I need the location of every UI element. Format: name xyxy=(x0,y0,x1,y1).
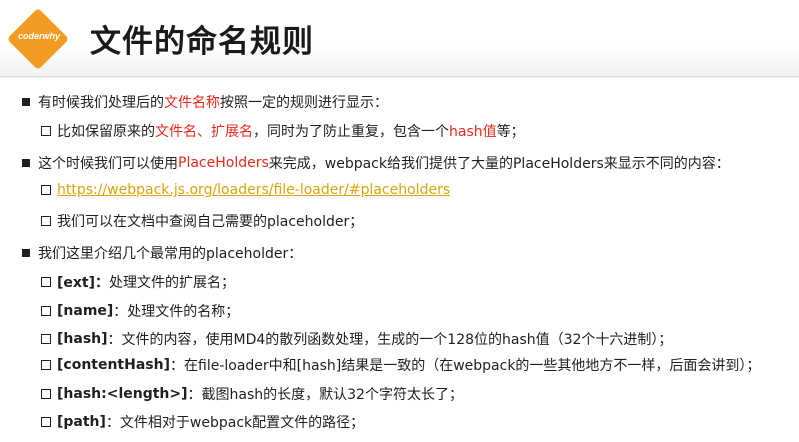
sub-bullet-docs: 我们可以在文档中查阅自己需要的placeholder； xyxy=(41,211,363,231)
placeholder-desc: ：在file-loader中和[hash]结果是一致的（在webpack的一些其… xyxy=(170,358,761,374)
placeholder-key: [path] xyxy=(57,414,106,430)
placeholder-desc: 处理文件的扩展名； xyxy=(109,275,236,291)
text: 比如保留原来的 xyxy=(57,124,155,140)
sub-bullet-keep-name: 比如保留原来的 文件名、扩展名 ，同时为了防止重复，包含一个 hash值 等； xyxy=(41,121,525,141)
placeholder-key: [hash] xyxy=(57,331,108,347)
text: 按照一定的规则进行显示： xyxy=(220,95,388,111)
highlight-text: hash值 xyxy=(449,124,497,140)
hollow-square-bullet-icon xyxy=(41,126,51,136)
hollow-square-bullet-icon xyxy=(41,389,51,399)
placeholder-item-name: [name] ：处理文件的名称； xyxy=(41,301,239,321)
highlight-text: 文件名、扩展名 xyxy=(155,124,253,140)
slide-header: coderwhy 文件的命名规则 xyxy=(0,0,799,78)
text: 这个时候我们可以使用 xyxy=(38,156,178,172)
highlight-text: PlaceHolders xyxy=(178,155,269,171)
text: 有时候我们处理后的 xyxy=(38,95,164,111)
hollow-square-bullet-icon xyxy=(41,216,51,226)
slide-title: 文件的命名规则 xyxy=(90,24,314,60)
bullet-filename-rule: 有时候我们处理后的 文件名称 按照一定的规则进行显示： xyxy=(22,92,388,112)
sub-bullet-link: https://webpack.js.org/loaders/file-load… xyxy=(41,182,450,198)
placeholder-key: [name] xyxy=(57,303,114,319)
placeholder-desc: ：处理文件的名称； xyxy=(113,304,240,320)
placeholder-key: [contentHash] xyxy=(57,357,170,373)
text: 我们可以在文档中查阅自己需要的placeholder； xyxy=(57,214,364,230)
placeholder-key: [ext]： xyxy=(57,275,110,291)
placeholder-item-path: [path] ：文件相对于webpack配置文件的路径； xyxy=(41,412,364,432)
placeholder-item-ext: [ext]： 处理文件的扩展名； xyxy=(41,272,235,292)
placeholders-doc-link[interactable]: https://webpack.js.org/loaders/file-load… xyxy=(57,182,450,198)
bullet-common-placeholders: 我们这里介绍几个最常用的placeholder： xyxy=(22,243,302,263)
text: ，同时为了防止重复，包含一个 xyxy=(253,124,449,140)
square-bullet-icon xyxy=(22,159,30,167)
placeholder-desc: ：文件的内容，使用MD4的散列函数处理，生成的一个128位的hash值（32个十… xyxy=(107,332,673,348)
highlight-text: 文件名称 xyxy=(164,95,220,111)
hollow-square-bullet-icon xyxy=(41,185,51,195)
hollow-square-bullet-icon xyxy=(41,334,51,344)
logo-text: coderwhy xyxy=(17,31,60,41)
hollow-square-bullet-icon xyxy=(41,306,51,316)
placeholder-item-contenthash: [contentHash] ：在file-loader中和[hash]结果是一致的… xyxy=(41,355,760,375)
hollow-square-bullet-icon xyxy=(41,277,51,287)
square-bullet-icon xyxy=(22,249,30,257)
header-divider xyxy=(0,76,799,77)
placeholder-item-hash: [hash] ：文件的内容，使用MD4的散列函数处理，生成的一个128位的hash… xyxy=(41,329,672,349)
square-bullet-icon xyxy=(22,98,30,106)
hollow-square-bullet-icon xyxy=(41,360,51,370)
hollow-square-bullet-icon xyxy=(41,417,51,427)
text: 等； xyxy=(496,124,525,140)
text: 我们这里介绍几个最常用的placeholder： xyxy=(38,246,303,262)
placeholder-desc: ：文件相对于webpack配置文件的路径； xyxy=(105,415,365,431)
placeholder-key: [hash:<length>] xyxy=(57,386,188,402)
bullet-placeholders: 这个时候我们可以使用 PlaceHolders 来完成，webpack给我们提供了大… xyxy=(22,153,730,173)
placeholder-item-hash-length: [hash:<length>] ：截图hash的长度，默认32个字符太长了； xyxy=(41,384,463,404)
text: 来完成，webpack给我们提供了大量的PlaceHolders来显示不同的内容… xyxy=(268,156,730,172)
placeholder-desc: ：截图hash的长度，默认32个字符太长了； xyxy=(187,387,463,403)
